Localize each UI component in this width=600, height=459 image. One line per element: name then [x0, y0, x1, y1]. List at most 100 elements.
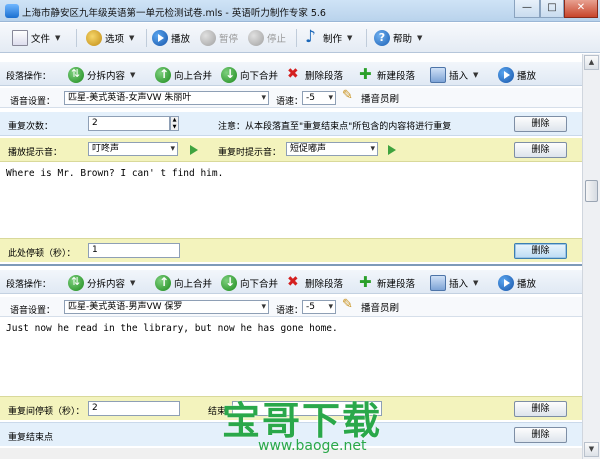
delete-repeat-end-button[interactable]: 删除 — [514, 427, 567, 443]
arrow-down-icon — [221, 275, 237, 291]
chevron-down-icon: ▼ — [129, 34, 135, 42]
segment2-toolbar: 段落操作： 分拆内容 ▼ 向上合并 向下合并 删除段落 新建段落 插入 ▼ 播放 — [0, 270, 582, 294]
chevron-down-icon: ▼ — [473, 279, 479, 287]
segment-play-button[interactable]: 播放 — [498, 65, 536, 85]
close-button[interactable]: ✕ — [564, 0, 598, 18]
chevron-down-icon: ▼ — [55, 34, 61, 42]
cue-label: 播放提示音： — [8, 148, 63, 158]
delete-cue-button[interactable]: 删除 — [514, 142, 567, 158]
delete-pause-button[interactable]: 删除 — [514, 243, 567, 259]
cue-row: 播放提示音： 叮咚声 重复时提示音： 短促嘟声 删除 — [0, 138, 582, 162]
split-content-button[interactable]: 分拆内容 ▼ — [68, 273, 135, 293]
delete-gap-button[interactable]: 删除 — [514, 401, 567, 417]
chevron-down-icon: ▼ — [473, 71, 479, 79]
watermark-url: www.baoge.net — [258, 438, 367, 454]
options-menu-label: 选项 — [105, 34, 125, 45]
segment-divider — [0, 264, 582, 266]
merge-up-button[interactable]: 向上合并 — [155, 273, 212, 293]
main-toolbar: 文件 ▼ 选项 ▼ 播放 暂停 停止 制作 ▼ ?帮助 ▼ — [0, 23, 600, 53]
announcer-label: 播音员刷 — [361, 303, 400, 314]
split-content-button[interactable]: 分拆内容 ▼ — [68, 65, 135, 85]
play-button[interactable]: 播放 — [152, 28, 190, 48]
chevron-down-icon: ▼ — [130, 71, 136, 79]
stop-label: 停止 — [267, 34, 287, 45]
help-menu[interactable]: ? 帮助 ▼ — [374, 28, 422, 48]
maximize-button[interactable]: □ — [540, 0, 564, 18]
segment-play-button[interactable]: 播放 — [498, 273, 536, 293]
split-label: 分拆内容 — [87, 71, 126, 82]
merge-up-label: 向上合并 — [174, 71, 213, 82]
pause-label: 此处停顿（秒）： — [8, 249, 76, 259]
speed-select[interactable]: -5 — [302, 300, 336, 314]
file-menu-label: 文件 — [31, 34, 51, 45]
music-note-icon — [304, 27, 320, 47]
segment1-text[interactable]: Where is Mr. Brown? I can' t find him. — [6, 168, 576, 228]
repeat-count-spinner[interactable]: ▲ ▼ — [170, 116, 179, 131]
voice-select[interactable]: 匹星-美式英语-男声VW 保罗 — [64, 300, 269, 314]
delete-segment-button[interactable]: 删除段落 — [286, 273, 343, 293]
voice-label: 语音设置： — [10, 97, 56, 107]
split-icon — [68, 275, 84, 291]
announcer-button[interactable]: 播音员刷 — [342, 297, 399, 317]
segment1-toolbar: 段落操作： 分拆内容 ▼ 向上合并 向下合并 删除段落 新建段落 插入 ▼ 播放 — [0, 62, 582, 86]
options-menu[interactable]: 选项 ▼ — [86, 28, 134, 48]
segment1-voice-row: 语音设置： 匹星-美式英语-女声VW 朱丽叶 语速： -5 播音员刷 — [0, 88, 582, 108]
new-segment-button[interactable]: 新建段落 — [358, 273, 415, 293]
arrow-up-icon — [155, 275, 171, 291]
file-icon — [12, 30, 28, 46]
toolbar-separator — [366, 29, 367, 47]
cue-select[interactable]: 叮咚声 — [88, 142, 178, 156]
vertical-scrollbar[interactable]: ▲ ▼ — [582, 54, 600, 459]
merge-up-button[interactable]: 向上合并 — [155, 65, 212, 85]
insert-button[interactable]: 插入 ▼ — [430, 65, 478, 85]
scroll-thumb[interactable] — [585, 180, 598, 202]
voice-select[interactable]: 匹星-美式英语-女声VW 朱丽叶 — [64, 91, 269, 105]
minimize-button[interactable]: — — [514, 0, 540, 18]
pause-button[interactable]: 暂停 — [200, 28, 238, 48]
scroll-down-icon[interactable]: ▼ — [584, 442, 599, 457]
delete-segment-button[interactable]: 删除段落 — [286, 65, 343, 85]
segment2-voice-row: 语音设置： 匹星-美式英语-男声VW 保罗 语速： -5 播音员刷 — [0, 297, 582, 317]
merge-down-button[interactable]: 向下合并 — [221, 65, 278, 85]
play-icon — [498, 275, 514, 291]
pause-icon — [200, 30, 216, 46]
merge-up-label: 向上合并 — [174, 279, 213, 290]
speed-label: 语速： — [276, 306, 304, 316]
repeat-gap-input[interactable]: 2 — [88, 401, 180, 416]
toolbar-separator — [76, 29, 77, 47]
watermark-logo: 宝哥下载 — [222, 399, 383, 443]
scroll-up-icon[interactable]: ▲ — [584, 55, 599, 70]
toolbar-separator — [146, 29, 147, 47]
repeat-count-input[interactable]: 2 — [88, 116, 170, 131]
help-menu-label: 帮助 — [393, 34, 413, 45]
segment-ops-label: 段落操作： — [6, 72, 52, 82]
pause-seconds-input[interactable]: 1 — [88, 243, 180, 258]
new-segment-label: 新建段落 — [377, 71, 416, 82]
delete-icon — [286, 274, 302, 291]
repeat-cue-select[interactable]: 短促嘟声 — [286, 142, 378, 156]
segment-ops-label: 段落操作： — [6, 280, 52, 290]
play-label: 播放 — [171, 34, 191, 45]
cue-play-icon[interactable] — [190, 145, 198, 155]
new-segment-button[interactable]: 新建段落 — [358, 65, 415, 85]
announcer-button[interactable]: 播音员刷 — [342, 88, 399, 108]
repeat-gap-label: 重复间停顿（秒）： — [8, 407, 85, 417]
file-menu[interactable]: 文件 ▼ — [12, 28, 60, 48]
delete-repeat-button[interactable]: 删除 — [514, 116, 567, 132]
new-segment-label: 新建段落 — [377, 279, 416, 290]
plus-icon — [358, 273, 374, 291]
stop-button[interactable]: 停止 — [248, 28, 286, 48]
segment-play-label: 播放 — [517, 71, 537, 82]
plus-icon — [358, 65, 374, 83]
delete-segment-label: 删除段落 — [305, 279, 344, 290]
segment2-text[interactable]: Just now he read in the library, but now… — [6, 323, 576, 383]
repeat-end-label: 重复结束点 — [8, 433, 54, 443]
window-title: 上海市静安区九年级英语第一单元检测试卷.mls - 英语听力制作专家 5.6 — [22, 8, 326, 19]
repeat-cue-play-icon[interactable] — [388, 145, 396, 155]
speed-select[interactable]: -5 — [302, 91, 336, 105]
make-menu[interactable]: 制作 ▼ — [304, 27, 352, 48]
announcer-label: 播音员刷 — [361, 94, 400, 105]
merge-down-button[interactable]: 向下合并 — [221, 273, 278, 293]
arrow-down-icon — [221, 67, 237, 83]
insert-button[interactable]: 插入 ▼ — [430, 273, 478, 293]
